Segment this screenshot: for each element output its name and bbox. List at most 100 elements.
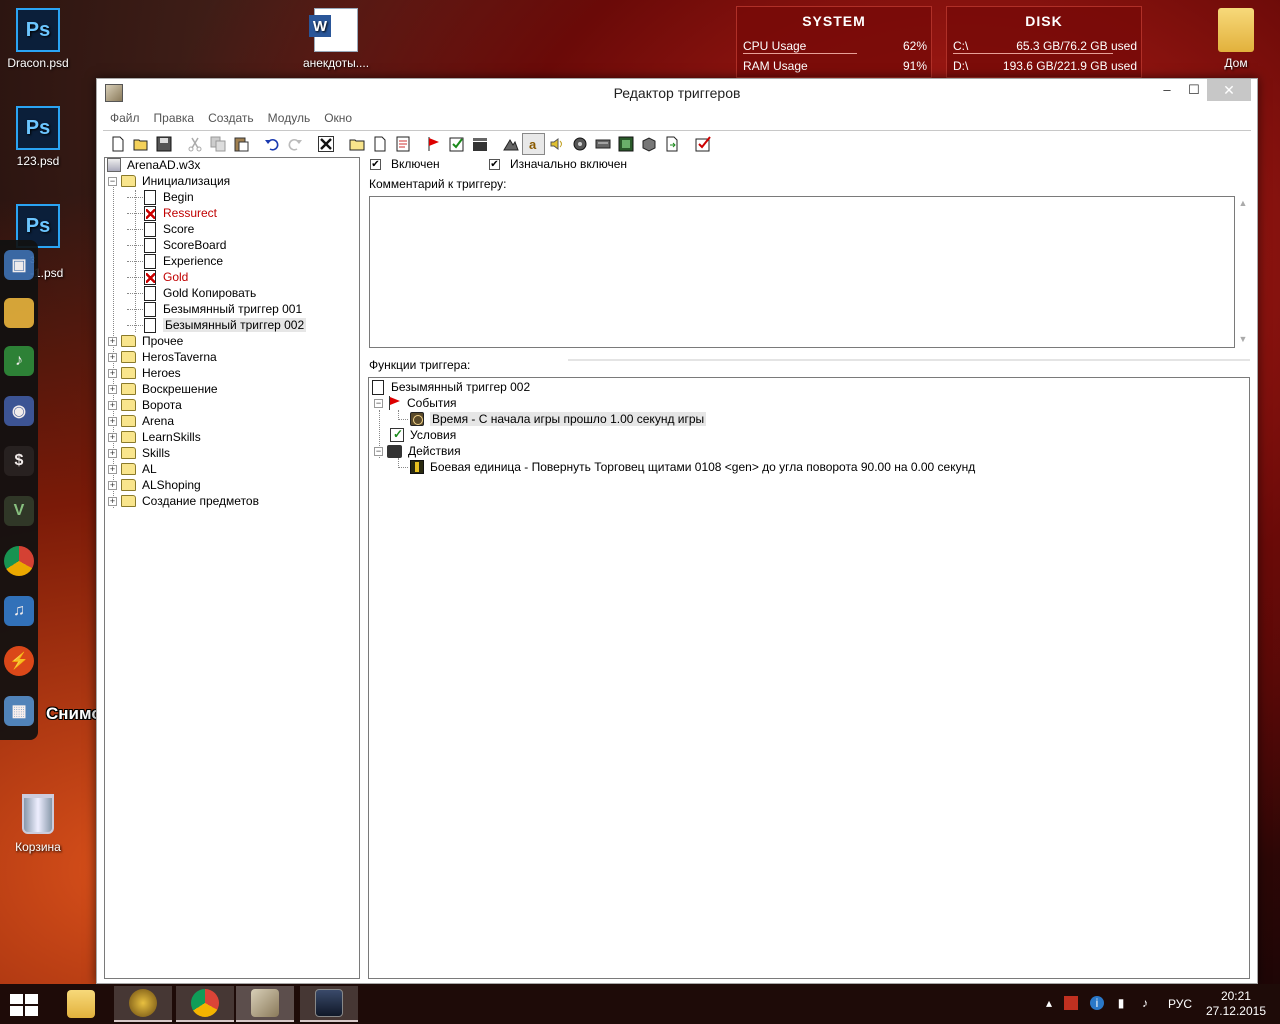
tree-folder-item[interactable]: + AL	[108, 461, 157, 477]
cut-button[interactable]	[183, 133, 206, 155]
new-event-button[interactable]	[422, 133, 445, 155]
object-editor-button[interactable]	[568, 133, 591, 155]
network-icon[interactable]: ◉	[4, 396, 34, 426]
trigger-editor-button[interactable]: a	[522, 132, 545, 155]
tree-folder-item[interactable]: + Прочее	[108, 333, 183, 349]
close-button[interactable]: ✕	[1207, 79, 1251, 101]
menu-create[interactable]: Создать	[201, 111, 261, 125]
new-trigger-button[interactable]	[368, 133, 391, 155]
tree-folder-item[interactable]: + LearnSkills	[108, 429, 201, 445]
menu-edit[interactable]: Правка	[147, 111, 202, 125]
taskbar-chrome[interactable]	[176, 986, 234, 1022]
tree-folder-item[interactable]: + Создание предметов	[108, 493, 259, 509]
new-condition-button[interactable]	[445, 133, 468, 155]
tree-trigger-item[interactable]: Experience	[144, 253, 223, 269]
tray-overflow-icon[interactable]: ▴	[1042, 996, 1056, 1010]
save-button[interactable]	[152, 133, 175, 155]
undo-button[interactable]	[260, 133, 283, 155]
tree-root-map[interactable]: ArenaAD.w3x	[107, 157, 200, 173]
titlebar[interactable]: Редактор триггеров – ☐ ✕	[97, 79, 1257, 107]
comment-textarea[interactable]	[369, 196, 1235, 348]
ai-editor-button[interactable]	[614, 133, 637, 155]
tree-trigger-item[interactable]: Безымянный триггер 002	[144, 317, 307, 333]
tree-trigger-item[interactable]: Ressurect	[144, 205, 217, 221]
maximize-button[interactable]: ☐	[1180, 79, 1208, 101]
campaign-editor-button[interactable]	[591, 133, 614, 155]
comment-scroll-up-icon[interactable]: ▲	[1237, 198, 1249, 208]
tree-trigger-item[interactable]: Score	[144, 221, 194, 237]
info-icon[interactable]: i	[1090, 996, 1104, 1010]
expand-icon[interactable]: +	[108, 368, 117, 378]
function-actions[interactable]: − Действия	[374, 443, 461, 459]
function-trigger-name[interactable]: Безымянный триггер 002	[372, 379, 530, 395]
open-button[interactable]	[129, 133, 152, 155]
volume-icon[interactable]: ♪	[1138, 996, 1152, 1010]
new-comment-button[interactable]	[391, 133, 414, 155]
v-app-icon[interactable]: V	[4, 496, 34, 526]
sound-editor-button[interactable]	[545, 133, 568, 155]
menu-window[interactable]: Окно	[317, 111, 359, 125]
minimize-button[interactable]: –	[1153, 79, 1181, 101]
taskbar-game[interactable]	[300, 986, 358, 1022]
dollar-icon[interactable]: $	[4, 446, 34, 476]
collapse-icon[interactable]: −	[108, 176, 117, 186]
new-map-button[interactable]	[106, 133, 129, 155]
expand-icon[interactable]: +	[108, 352, 117, 362]
tree-trigger-item[interactable]: Begin	[144, 189, 194, 205]
taskbar-trigger-editor[interactable]	[236, 986, 294, 1022]
menu-module[interactable]: Модуль	[261, 111, 318, 125]
tree-folder-init[interactable]: − Инициализация	[108, 173, 230, 189]
lightning-app-icon[interactable]: ⚡	[4, 646, 34, 676]
tree-trigger-item[interactable]: Gold Копировать	[144, 285, 256, 301]
copy-button[interactable]	[206, 133, 229, 155]
tree-folder-item[interactable]: + Воскрешение	[108, 381, 218, 397]
audio-player-icon[interactable]: ♪	[4, 346, 34, 376]
test-map-button[interactable]	[691, 133, 714, 155]
start-button[interactable]	[10, 994, 38, 1016]
new-category-button[interactable]	[345, 133, 368, 155]
enabled-checkbox[interactable]: ✔	[370, 158, 381, 170]
tree-folder-item[interactable]: + Skills	[108, 445, 170, 461]
computer-icon[interactable]: ▣	[4, 250, 34, 280]
tree-folder-item[interactable]: + Heroes	[108, 365, 181, 381]
redo-button[interactable]	[283, 133, 306, 155]
expand-icon[interactable]: +	[108, 496, 117, 506]
splitter[interactable]	[568, 359, 1250, 361]
function-events[interactable]: − События	[374, 395, 457, 411]
desktop-icon-anekdoty[interactable]: анекдоты....	[298, 8, 374, 70]
import-manager-button[interactable]	[660, 133, 683, 155]
tree-folder-item[interactable]: + HerosTaverna	[108, 349, 217, 365]
desktop-icon-dracon[interactable]: Ps Dracon.psd	[0, 8, 76, 70]
terrain-editor-button[interactable]	[499, 133, 522, 155]
object-manager-button[interactable]	[637, 133, 660, 155]
expand-icon[interactable]: +	[108, 400, 117, 410]
tree-trigger-item[interactable]: ScoreBoard	[144, 237, 226, 253]
taskbar-explorer[interactable]	[52, 986, 110, 1022]
chrome-icon[interactable]	[4, 546, 34, 576]
new-action-button[interactable]	[468, 133, 491, 155]
desktop-icon-123[interactable]: Ps 123.psd	[0, 106, 76, 168]
initially-on-checkbox-row[interactable]: ✔ Изначально включен	[489, 157, 627, 171]
paste-button[interactable]	[229, 133, 252, 155]
comment-scroll-down-icon[interactable]: ▼	[1237, 334, 1249, 344]
function-action-item[interactable]: Боевая единица - Повернуть Торговец щита…	[410, 459, 975, 475]
menu-file[interactable]: Файл	[103, 111, 147, 125]
expand-icon[interactable]: +	[108, 464, 117, 474]
collapse-icon[interactable]: −	[374, 398, 383, 408]
network-signal-icon[interactable]: ▮	[1114, 996, 1128, 1010]
delete-button[interactable]	[314, 133, 337, 155]
desktop-icon-home[interactable]: Дом	[1198, 8, 1274, 70]
music-app-icon[interactable]: ♫	[4, 596, 34, 626]
expand-icon[interactable]: +	[108, 480, 117, 490]
function-conditions[interactable]: Условия	[390, 427, 456, 443]
expand-icon[interactable]: +	[108, 448, 117, 458]
initially-on-checkbox[interactable]: ✔	[489, 158, 500, 170]
screenshot-camera-icon[interactable]: ▦	[4, 696, 34, 726]
tree-folder-item[interactable]: + ALShoping	[108, 477, 201, 493]
expand-icon[interactable]: +	[108, 416, 117, 426]
system-clock[interactable]: 20:21 27.12.2015	[1206, 989, 1266, 1019]
expand-icon[interactable]: +	[108, 384, 117, 394]
tree-trigger-item[interactable]: Gold	[144, 269, 188, 285]
desktop-icon-recycle-bin[interactable]: Корзина	[0, 792, 76, 854]
tree-folder-item[interactable]: + Ворота	[108, 397, 182, 413]
